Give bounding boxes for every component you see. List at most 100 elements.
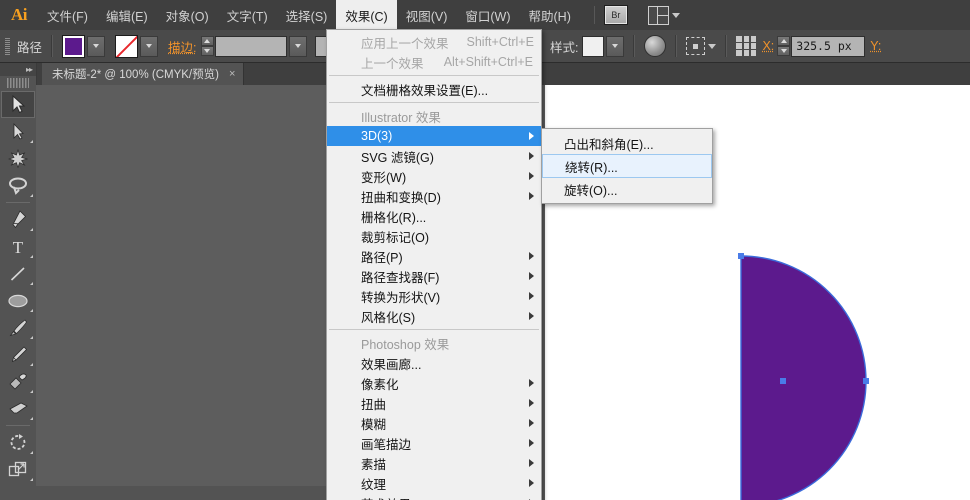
menu-item-label: 效果画廊... bbox=[361, 357, 422, 372]
submenu-arrow-icon bbox=[529, 272, 534, 280]
menu-item-像素化[interactable]: 像素化 bbox=[327, 373, 541, 393]
selection-tool[interactable] bbox=[1, 91, 35, 118]
stroke-weight-input[interactable] bbox=[214, 35, 287, 57]
stroke-weight-label[interactable]: 描边: bbox=[168, 37, 196, 56]
lasso-tool[interactable] bbox=[1, 172, 35, 199]
transform-dropdown-chevron-icon[interactable] bbox=[708, 43, 717, 49]
control-divider-5 bbox=[725, 35, 728, 57]
stroke-color-swatch[interactable] bbox=[115, 34, 139, 58]
menu-item-shortcut: Alt+Shift+Ctrl+E bbox=[443, 55, 533, 69]
menu-item-svg滤镜g[interactable]: SVG 滤镜(G) bbox=[327, 146, 541, 166]
menu-5[interactable]: 效果(C) bbox=[336, 0, 397, 30]
blob-brush-tool[interactable] bbox=[1, 368, 35, 395]
tools-divider-1 bbox=[6, 202, 30, 203]
control-divider-1 bbox=[51, 35, 54, 57]
submenu-arrow-icon bbox=[529, 399, 534, 407]
menu-7[interactable]: 窗口(W) bbox=[456, 0, 519, 30]
stroke-weight-stepper[interactable] bbox=[200, 36, 214, 56]
menu-item-label: 应用上一个效果 bbox=[361, 36, 449, 51]
submenu-item-旋转o[interactable]: 旋转(O)... bbox=[542, 178, 712, 200]
menu-item-裁剪标记o[interactable]: 裁剪标记(O) bbox=[327, 226, 541, 246]
submenu-arrow-icon bbox=[529, 439, 534, 447]
menu-item-label: 路径查找器(F) bbox=[361, 270, 440, 285]
menu-item-label: 栅格化(R)... bbox=[361, 210, 427, 225]
fill-color-swatch[interactable] bbox=[62, 34, 86, 58]
pen-tool[interactable] bbox=[1, 206, 35, 233]
ellipse-tool[interactable] bbox=[1, 287, 35, 314]
reference-point-selector[interactable] bbox=[736, 36, 757, 56]
menu-item-label: SVG 滤镜(G) bbox=[361, 150, 434, 165]
menu-item-转换为形状v[interactable]: 转换为形状(V) bbox=[327, 286, 541, 306]
menu-item-文档栅格效果设置e[interactable]: 文档栅格效果设置(E)... bbox=[327, 79, 541, 99]
x-position-stepper[interactable] bbox=[777, 36, 791, 56]
tools-panel-header[interactable]: ▸▸ bbox=[0, 63, 36, 76]
style-label: 样式: bbox=[549, 40, 579, 55]
eraser-tool[interactable] bbox=[1, 395, 35, 422]
document-tab[interactable]: 未标题-2* @ 100% (CMYK/预览) × bbox=[42, 63, 245, 85]
close-icon[interactable]: × bbox=[229, 68, 235, 80]
paintbrush-tool[interactable] bbox=[1, 314, 35, 341]
submenu-arrow-icon bbox=[529, 459, 534, 467]
submenu-item-绕转r[interactable]: 绕转(R)... bbox=[542, 154, 712, 178]
menu-4[interactable]: 选择(S) bbox=[277, 0, 337, 30]
menu-item-艺术效果[interactable]: 艺术效果 bbox=[327, 493, 541, 500]
menu-item-label: 模糊 bbox=[361, 417, 387, 432]
recolor-artwork-icon[interactable] bbox=[644, 35, 667, 57]
menu-item-label: 画笔描边 bbox=[361, 437, 412, 452]
submenu-item-凸出和斜角e[interactable]: 凸出和斜角(E)... bbox=[542, 132, 712, 154]
submenu-arrow-icon bbox=[529, 379, 534, 387]
transform-reference-icon[interactable] bbox=[686, 37, 706, 55]
menu-item-label: 3D(3) bbox=[361, 129, 393, 143]
x-position-input[interactable]: 325.5 px bbox=[791, 35, 866, 57]
scale-tool[interactable] bbox=[1, 456, 35, 483]
menu-item-扭曲和变换d[interactable]: 扭曲和变换(D) bbox=[327, 186, 541, 206]
menu-item-label: 路径(P) bbox=[361, 250, 403, 265]
graphic-style-dropdown[interactable] bbox=[606, 35, 625, 57]
menu-item-扭曲[interactable]: 扭曲 bbox=[327, 393, 541, 413]
arrange-documents-button[interactable] bbox=[647, 5, 680, 25]
menu-item-label: 转换为形状(V) bbox=[361, 290, 441, 305]
type-tool[interactable]: T bbox=[1, 233, 35, 260]
menu-1[interactable]: 编辑(E) bbox=[97, 0, 157, 30]
menu-separator bbox=[329, 329, 539, 330]
3d-submenu[interactable]: 凸出和斜角(E)... 绕转(R)... 旋转(O)... bbox=[541, 128, 713, 204]
direct-selection-tool[interactable] bbox=[1, 118, 35, 145]
menu-6[interactable]: 视图(V) bbox=[397, 0, 457, 30]
pencil-tool[interactable] bbox=[1, 341, 35, 368]
menu-8[interactable]: 帮助(H) bbox=[520, 0, 580, 30]
menu-item-风格化s[interactable]: 风格化(S) bbox=[327, 306, 541, 326]
submenu-arrow-icon bbox=[529, 192, 534, 200]
menu-item-模糊[interactable]: 模糊 bbox=[327, 413, 541, 433]
menu-item-路径p[interactable]: 路径(P) bbox=[327, 246, 541, 266]
control-bar-grip[interactable] bbox=[5, 37, 10, 55]
menu-item-效果画廊[interactable]: 效果画廊... bbox=[327, 353, 541, 373]
menu-item-素描[interactable]: 素描 bbox=[327, 453, 541, 473]
bridge-button[interactable]: Br bbox=[603, 5, 628, 25]
double-chevron-right-icon[interactable]: ▸▸ bbox=[26, 65, 33, 74]
menu-item-路径查找器f[interactable]: 路径查找器(F) bbox=[327, 266, 541, 286]
menu-item-画笔描边[interactable]: 画笔描边 bbox=[327, 433, 541, 453]
stroke-color-dropdown[interactable] bbox=[140, 35, 159, 57]
menu-item-3d3[interactable]: 3D(3) bbox=[327, 126, 541, 146]
tools-panel-grip[interactable] bbox=[7, 78, 29, 88]
graphic-style-swatch[interactable] bbox=[582, 35, 605, 57]
menu-item-变形w[interactable]: 变形(W) bbox=[327, 166, 541, 186]
menu-2[interactable]: 对象(O) bbox=[157, 0, 218, 30]
menu-section-header: Photoshop 效果 bbox=[361, 337, 450, 352]
submenu-item-label: 旋转(O)... bbox=[564, 183, 618, 198]
fill-color-dropdown[interactable] bbox=[87, 35, 106, 57]
menu-3[interactable]: 文字(T) bbox=[218, 0, 277, 30]
menu-item-栅格化r[interactable]: 栅格化(R)... bbox=[327, 206, 541, 226]
menu-item-label: 素描 bbox=[361, 457, 387, 472]
stroke-weight-dropdown[interactable] bbox=[288, 35, 307, 57]
rotate-tool[interactable] bbox=[1, 429, 35, 456]
menu-separator bbox=[329, 75, 539, 76]
line-segment-tool[interactable] bbox=[1, 260, 35, 287]
menu-0[interactable]: 文件(F) bbox=[38, 0, 97, 30]
app-logo-icon: Ai bbox=[11, 5, 28, 24]
document-tab-title: 未标题-2* @ 100% (CMYK/预览) bbox=[52, 69, 219, 81]
selected-artwork[interactable] bbox=[696, 240, 876, 500]
menu-item-纹理[interactable]: 纹理 bbox=[327, 473, 541, 493]
magic-wand-tool[interactable] bbox=[1, 145, 35, 172]
effects-menu[interactable]: 应用上一个效果 Shift+Ctrl+E 上一个效果 Alt+Shift+Ctrl+E… bbox=[326, 29, 542, 500]
